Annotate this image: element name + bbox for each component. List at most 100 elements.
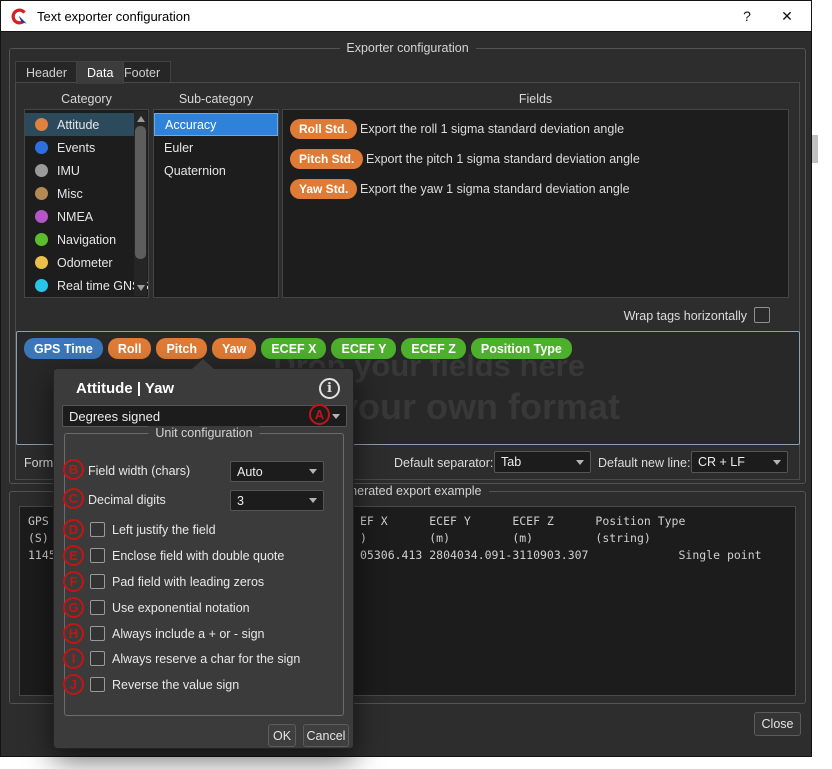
annotation-i: I: [63, 648, 84, 669]
tag-ecef-z[interactable]: ECEF Z: [401, 338, 465, 359]
double-quote-checkbox[interactable]: [90, 548, 105, 563]
tag-position-type[interactable]: Position Type: [471, 338, 572, 359]
popup-arrow: [192, 359, 214, 369]
category-item-nmea[interactable]: NMEA: [25, 205, 134, 228]
tag-pitch[interactable]: Pitch: [156, 338, 207, 359]
close-button[interactable]: Close: [754, 712, 801, 736]
tab-header[interactable]: Header: [15, 61, 78, 83]
category-color-dot: [35, 233, 48, 246]
subcategory-item-quaternion[interactable]: Quaternion: [154, 159, 278, 182]
tag-yaw[interactable]: Yaw: [212, 338, 256, 359]
exponential-notation-checkbox[interactable]: [90, 600, 105, 615]
tag-gps-time[interactable]: GPS Time: [24, 338, 103, 359]
category-scrollbar[interactable]: [134, 111, 147, 296]
exporter-configuration-legend: Exporter configuration: [339, 41, 475, 55]
fields-header: Fields: [282, 92, 789, 106]
category-color-dot: [35, 118, 48, 131]
field-tag[interactable]: Yaw Std.: [290, 179, 357, 199]
fields-list: Roll Std. Export the roll 1 sigma standa…: [282, 109, 789, 298]
category-color-dot: [35, 210, 48, 223]
subcategory-item-euler[interactable]: Euler: [154, 136, 278, 159]
decimal-digits-select[interactable]: 3: [230, 490, 324, 511]
decimal-digits-value: 3: [237, 494, 244, 508]
category-label: IMU: [57, 164, 80, 178]
tag-roll[interactable]: Roll: [108, 338, 152, 359]
category-label: Attitude: [57, 118, 99, 132]
chevron-down-icon: [309, 498, 317, 503]
category-color-dot: [35, 164, 48, 177]
window-close-button[interactable]: ✕: [767, 1, 807, 31]
always-sign-checkbox[interactable]: [90, 626, 105, 641]
chevron-down-icon: [309, 469, 317, 474]
tab-data[interactable]: Data: [76, 61, 124, 84]
text-exporter-window: Text exporter configuration ? ✕ Exporter…: [0, 0, 812, 757]
cancel-button[interactable]: Cancel: [303, 724, 349, 747]
exponential-notation-label: Use exponential notation: [112, 601, 250, 615]
unit-select[interactable]: Degrees signed: [62, 405, 347, 427]
title-bar: Text exporter configuration ? ✕: [1, 1, 811, 32]
info-icon[interactable]: i: [319, 378, 340, 399]
field-config-popup: Attitude | Yaw i Degrees signed A Unit c…: [53, 368, 354, 749]
always-sign-label: Always include a + or - sign: [112, 627, 265, 641]
annotation-g: G: [63, 597, 84, 618]
subcategory-header: Sub-category: [153, 92, 279, 106]
default-newline-select[interactable]: CR + LF: [691, 451, 788, 473]
export-example-left-text: GPS (S) 1145: [28, 513, 56, 564]
help-button[interactable]: ?: [727, 1, 767, 31]
field-row-pitch-std[interactable]: Pitch Std. Export the pitch 1 sigma stan…: [290, 149, 363, 169]
category-label: NMEA: [57, 210, 93, 224]
default-separator-select[interactable]: Tab: [494, 451, 591, 473]
background-scrollbar-notch: [812, 135, 818, 163]
category-item-events[interactable]: Events: [25, 136, 134, 159]
screenshot-canvas: Text exporter configuration ? ✕ Exporter…: [0, 0, 832, 769]
reserve-sign-char-checkbox[interactable]: [90, 651, 105, 666]
field-tag[interactable]: Roll Std.: [290, 119, 357, 139]
field-row-roll-std[interactable]: Roll Std. Export the roll 1 sigma standa…: [290, 119, 357, 139]
category-color-dot: [35, 256, 48, 269]
wrap-tags-label: Wrap tags horizontally: [461, 309, 747, 323]
unit-select-value: Degrees signed: [69, 409, 160, 424]
annotation-f: F: [63, 571, 84, 592]
default-separator-label: Default separator:: [394, 456, 493, 470]
field-row-yaw-std[interactable]: Yaw Std. Export the yaw 1 sigma standard…: [290, 179, 357, 199]
annotation-h: H: [63, 623, 84, 644]
scroll-up-icon[interactable]: [137, 116, 145, 122]
scroll-down-icon[interactable]: [137, 285, 145, 291]
category-item-attitude[interactable]: Attitude: [25, 113, 134, 136]
reverse-sign-checkbox[interactable]: [90, 677, 105, 692]
tag-ecef-x[interactable]: ECEF X: [261, 338, 326, 359]
default-separator-value: Tab: [501, 455, 521, 469]
subcategory-list: Accuracy Euler Quaternion: [153, 109, 279, 298]
field-description: Export the pitch 1 sigma standard deviat…: [366, 152, 640, 166]
decimal-digits-label: Decimal digits: [88, 493, 166, 507]
reverse-sign-label: Reverse the value sign: [112, 678, 239, 692]
annotation-j: J: [63, 674, 84, 695]
annotation-b: B: [63, 459, 84, 480]
annotation-d: D: [63, 519, 84, 540]
field-width-select[interactable]: Auto: [230, 461, 324, 482]
left-justify-label: Left justify the field: [112, 523, 216, 537]
category-label: Navigation: [57, 233, 116, 247]
scrollbar-thumb[interactable]: [135, 126, 146, 259]
chevron-down-icon: [576, 460, 584, 465]
category-header: Category: [24, 92, 149, 106]
category-item-realtime-gnss[interactable]: Real time GNSS: [25, 274, 134, 297]
category-item-imu[interactable]: IMU: [25, 159, 134, 182]
category-label: Misc: [57, 187, 83, 201]
tag-ecef-y[interactable]: ECEF Y: [331, 338, 396, 359]
leading-zeros-checkbox[interactable]: [90, 574, 105, 589]
wrap-tags-checkbox[interactable]: [754, 307, 770, 323]
subcategory-item-accuracy[interactable]: Accuracy: [154, 113, 278, 136]
export-example-right-text: EF X ECEF Y ECEF Z Position Type ) (m) (…: [360, 513, 762, 564]
annotation-e: E: [63, 545, 84, 566]
category-item-misc[interactable]: Misc: [25, 182, 134, 205]
category-item-navigation[interactable]: Navigation: [25, 228, 134, 251]
left-justify-checkbox[interactable]: [90, 522, 105, 537]
ok-button[interactable]: OK: [268, 724, 296, 747]
double-quote-label: Enclose field with double quote: [112, 549, 284, 563]
category-label: Odometer: [57, 256, 113, 270]
annotation-a: A: [309, 404, 330, 425]
category-item-odometer[interactable]: Odometer: [25, 251, 134, 274]
leading-zeros-label: Pad field with leading zeros: [112, 575, 264, 589]
field-tag[interactable]: Pitch Std.: [290, 149, 363, 169]
